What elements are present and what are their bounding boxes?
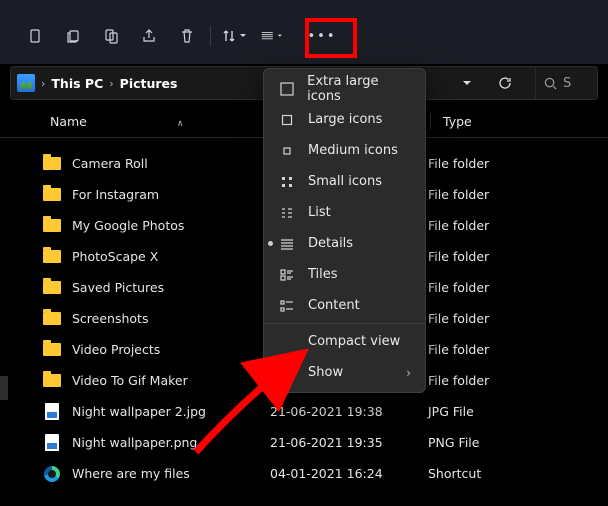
- file-type: File folder: [428, 156, 608, 171]
- chevron-right-icon: ›: [406, 366, 411, 380]
- sort-button[interactable]: [217, 22, 251, 50]
- tiles-icon: [278, 268, 296, 282]
- new-button[interactable]: [18, 22, 52, 50]
- content-icon: [278, 299, 296, 313]
- search-placeholder: S: [563, 76, 571, 91]
- md-icon: [278, 144, 296, 158]
- menu-item-large-icons[interactable]: Large icons: [264, 104, 425, 135]
- folder-icon: [43, 343, 61, 356]
- folder-icon: [43, 219, 61, 232]
- chevron-right-icon: ›: [109, 77, 113, 90]
- sort-asc-icon: ∧: [177, 119, 184, 129]
- selected-indicator: [268, 241, 273, 246]
- file-modified: 04-01-2021 16:24: [270, 466, 428, 481]
- file-row[interactable]: Where are my files 04-01-2021 16:24 Shor…: [0, 458, 608, 489]
- copy-button[interactable]: [56, 22, 90, 50]
- file-modified: 21-06-2021 19:38: [270, 404, 428, 419]
- menu-item-medium-icons[interactable]: Medium icons: [264, 135, 425, 166]
- file-type: File folder: [428, 249, 608, 264]
- xl-icon: [278, 82, 295, 96]
- address-dropdown[interactable]: [451, 78, 483, 88]
- search-icon: [544, 77, 557, 90]
- toolbar-divider: [210, 26, 211, 46]
- menu-item-content[interactable]: Content: [264, 290, 425, 321]
- menu-item-extra-large-icons[interactable]: Extra large icons: [264, 73, 425, 104]
- file-name: For Instagram: [72, 187, 270, 202]
- file-type: File folder: [428, 342, 608, 357]
- file-name: Video Projects: [72, 342, 270, 357]
- folder-icon: [43, 374, 61, 387]
- file-row[interactable]: Night wallpaper 2.jpg 21-06-2021 19:38 J…: [0, 396, 608, 427]
- file-name: Video To Gif Maker: [72, 373, 270, 388]
- chevron-down-icon: [239, 32, 247, 40]
- file-type: File folder: [428, 311, 608, 326]
- file-name: Screenshots: [72, 311, 270, 326]
- list-icon: [278, 206, 296, 220]
- menu-compact-view[interactable]: Compact view: [264, 323, 425, 357]
- folder-icon: [43, 250, 61, 263]
- chevron-down-icon: [277, 32, 283, 40]
- sm-icon: [278, 175, 296, 189]
- list-lines-icon: [261, 29, 273, 43]
- folder-icon: [43, 188, 61, 201]
- file-modified: 21-06-2021 19:35: [270, 435, 428, 450]
- header-type[interactable]: Type: [430, 114, 608, 129]
- refresh-button[interactable]: [489, 76, 521, 90]
- file-type: File folder: [428, 373, 608, 388]
- header-name[interactable]: Name∧: [0, 114, 270, 129]
- file-type: File folder: [428, 280, 608, 295]
- pictures-icon: [17, 74, 35, 92]
- chevron-right-icon: ›: [41, 77, 45, 90]
- view-menu: Extra large icons Large icons Medium icons…: [263, 68, 426, 393]
- file-type: JPG File: [428, 404, 608, 419]
- file-name: My Google Photos: [72, 218, 270, 233]
- file-name: Where are my files: [72, 466, 270, 481]
- folder-icon: [43, 281, 61, 294]
- file-name: Night wallpaper.png: [72, 435, 270, 450]
- file-type: PNG File: [428, 435, 608, 450]
- menu-item-label: Details: [308, 236, 353, 251]
- view-layout-button[interactable]: [255, 22, 289, 50]
- menu-item-details[interactable]: Details: [264, 228, 425, 259]
- nav-pane-edge: [0, 376, 8, 400]
- breadcrumb-root[interactable]: This PC: [51, 76, 103, 91]
- delete-button[interactable]: [170, 22, 204, 50]
- file-name: PhotoScape X: [72, 249, 270, 264]
- image-file-icon: [45, 434, 59, 451]
- edge-icon: [44, 466, 60, 482]
- breadcrumb-folder[interactable]: Pictures: [120, 76, 178, 91]
- menu-item-small-icons[interactable]: Small icons: [264, 166, 425, 197]
- menu-item-label: Small icons: [308, 174, 382, 189]
- paste-button[interactable]: [94, 22, 128, 50]
- image-file-icon: [45, 403, 59, 420]
- more-button[interactable]: •••: [305, 22, 339, 50]
- search-input[interactable]: S: [535, 66, 597, 100]
- menu-item-label: Large icons: [308, 112, 382, 127]
- file-name: Night wallpaper 2.jpg: [72, 404, 270, 419]
- file-name: Saved Pictures: [72, 280, 270, 295]
- menu-show[interactable]: Show›: [264, 357, 425, 388]
- menu-item-list[interactable]: List: [264, 197, 425, 228]
- menu-item-label: Tiles: [308, 267, 338, 282]
- menu-item-label: Extra large icons: [307, 74, 411, 104]
- folder-icon: [43, 157, 61, 170]
- menu-item-label: List: [308, 205, 331, 220]
- file-type: File folder: [428, 187, 608, 202]
- lg-icon: [278, 113, 296, 127]
- menu-item-label: Medium icons: [308, 143, 398, 158]
- menu-item-tiles[interactable]: Tiles: [264, 259, 425, 290]
- file-type: File folder: [428, 218, 608, 233]
- toolbar: •••: [0, 0, 608, 64]
- file-type: Shortcut: [428, 466, 608, 481]
- folder-icon: [43, 312, 61, 325]
- menu-item-label: Content: [308, 298, 360, 313]
- share-button[interactable]: [132, 22, 166, 50]
- file-row[interactable]: Night wallpaper.png 21-06-2021 19:35 PNG…: [0, 427, 608, 458]
- file-name: Camera Roll: [72, 156, 270, 171]
- details-icon: [278, 237, 296, 251]
